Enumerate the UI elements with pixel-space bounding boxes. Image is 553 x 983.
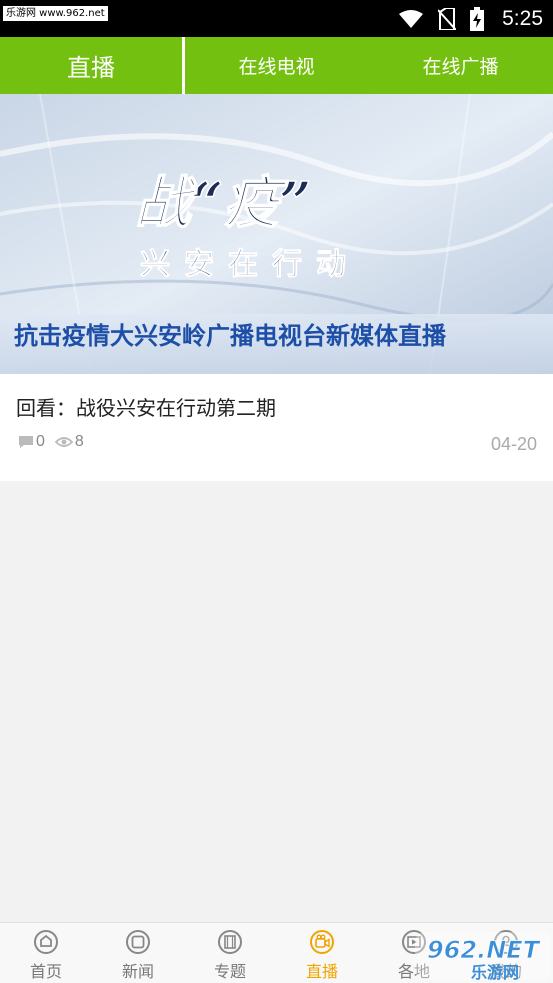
tab-live[interactable]: 直播 [0,37,185,94]
view-count: 8 [74,433,84,450]
live-banner-image[interactable]: 战“疫” 兴安在行动 抗击疫情大兴安岭广播电视台新媒体直播 [0,94,553,374]
nav-home-label: 首页 [29,962,62,981]
nav-topics[interactable]: 专题 [184,923,276,983]
banner-caption: 抗击疫情大兴安岭广播电视台新媒体直播 [14,322,447,350]
film-icon [218,930,242,954]
battery-charging-icon [470,6,485,31]
watermark-label: 乐游网 www.962.net [3,6,108,21]
clock: 5:25 [502,6,543,30]
view-eye-icon [54,437,73,447]
wifi-icon [399,9,424,28]
no-sim-icon [438,7,457,30]
item-date: 04-20 [490,434,537,454]
banner-subline: 兴安在行动 [140,247,360,282]
nav-news-label: 新闻 [121,962,154,981]
status-bar: 乐游网 www.962.net 5:25 [0,0,553,37]
tab-online-tv[interactable]: 在线电视 [185,37,368,94]
svg-text:乐游网: 乐游网 [471,963,519,982]
status-icons: 5:25 [398,0,543,37]
nav-live[interactable]: 直播 [276,923,368,983]
top-tab-bar: 直播 在线电视 在线广播 [0,37,553,94]
svg-text:962.NET: 962.NET [427,936,541,964]
live-camera-icon [310,930,334,954]
nav-live-label: 直播 [305,962,338,981]
replay-list-item[interactable]: 回看：战役兴安在行动第二期 0 8 04-20 [0,374,553,481]
site-watermark-logo: 962.NET 乐游网 [415,932,551,982]
nav-home[interactable]: 首页 [0,923,92,983]
news-icon [126,930,150,954]
tab-online-radio[interactable]: 在线广播 [368,37,553,94]
item-title: 回看：战役兴安在行动第二期 [16,396,276,420]
item-stats: 0 8 [18,432,84,452]
banner-artwork: 战“疫” 兴安在行动 抗击疫情大兴安岭广播电视台新媒体直播 [0,94,553,374]
home-icon [34,930,58,954]
banner-headline: 战“疫” [135,170,311,236]
nav-topics-label: 专题 [213,962,246,981]
comment-count: 0 [36,433,45,450]
nav-news[interactable]: 新闻 [92,923,184,983]
comment-icon [19,436,33,448]
